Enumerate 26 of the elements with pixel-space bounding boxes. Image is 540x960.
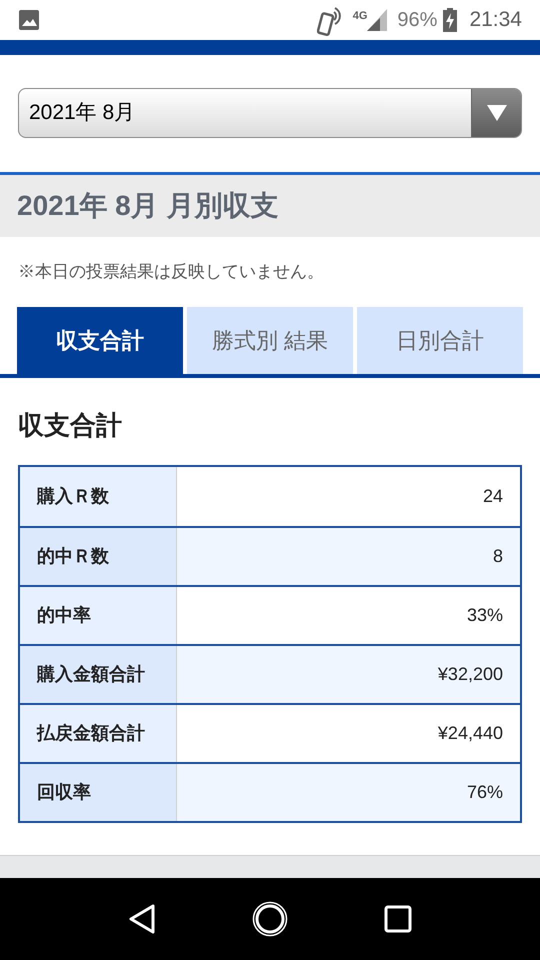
tab[interactable]: 日別合計	[357, 307, 523, 374]
month-dropdown[interactable]: 2021年 8月	[18, 88, 522, 138]
row-label: 的中Ｒ数	[20, 528, 177, 585]
tab[interactable]: 勝式別 結果	[187, 307, 353, 374]
dropdown-arrow-icon	[486, 104, 508, 122]
clock-time: 21:34	[469, 7, 522, 34]
row-value: 8	[177, 528, 520, 585]
row-label: 回収率	[20, 764, 177, 821]
row-label: 購入Ｒ数	[20, 467, 177, 526]
battery-charging-icon	[443, 8, 458, 32]
row-label: 購入金額合計	[20, 646, 177, 703]
section-title: 2021年 8月 月別収支	[17, 189, 278, 223]
image-icon	[18, 9, 40, 31]
row-label: 的中率	[20, 587, 177, 644]
row-label: 払戻金額合計	[20, 705, 177, 762]
back-icon[interactable]	[128, 903, 156, 935]
summary-heading: 収支合計	[18, 410, 122, 440]
row-value: 76%	[177, 764, 520, 821]
battery-percent: 96%	[397, 8, 438, 33]
network-type-label: 4G	[352, 9, 368, 24]
notice-text: ※本日の投票結果は反映していません。	[18, 262, 324, 281]
home-icon[interactable]	[252, 901, 288, 937]
recents-icon[interactable]	[384, 905, 412, 933]
row-value: ¥32,200	[177, 646, 520, 703]
cell-signal-icon	[367, 9, 388, 31]
tab[interactable]: 収支合計	[17, 307, 183, 374]
